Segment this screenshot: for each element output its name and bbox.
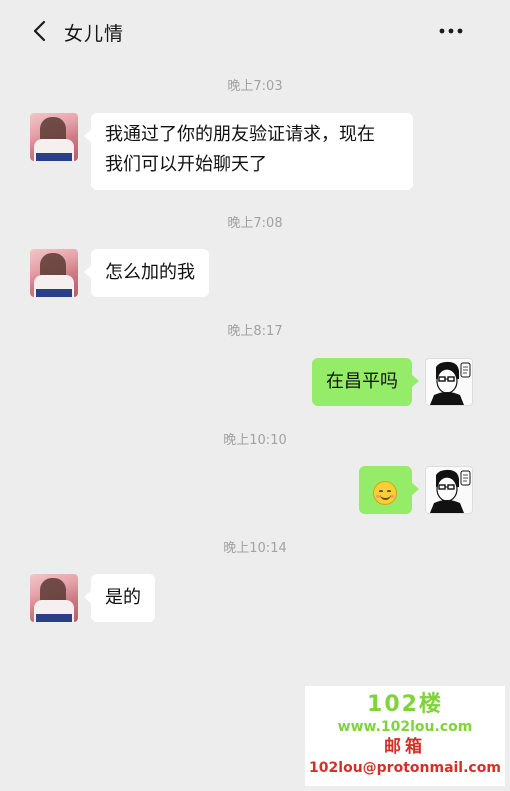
message-bubble-contact[interactable]: 是的 (84, 574, 155, 622)
message-text: 怎么加的我 (105, 262, 195, 283)
message-timestamp: 晚上10:14 (223, 541, 287, 556)
message-bubble-self[interactable]: 在昌平吗 (312, 358, 419, 406)
contact-avatar[interactable] (30, 113, 78, 161)
contact-avatar[interactable] (30, 249, 78, 297)
message-bubble-self[interactable] (359, 466, 419, 514)
self-avatar[interactable] (425, 466, 473, 514)
chat-header: 女儿情 (0, 0, 510, 62)
message-timestamp: 晚上7:03 (227, 79, 283, 94)
message-bubble-contact[interactable]: 我通过了你的朋友验证请求，现在 我们可以开始聊天了 (84, 113, 413, 190)
message-bubble-contact[interactable]: 怎么加的我 (84, 249, 209, 297)
watermark-site: www.102lou.com (337, 719, 473, 735)
more-dots-icon (439, 28, 463, 34)
chat-title: 女儿情 (64, 23, 125, 45)
chevron-left-icon (33, 20, 46, 42)
watermark-email: 102lou@protonmail.com (309, 760, 501, 776)
more-options-button[interactable] (436, 22, 466, 40)
self-avatar[interactable] (425, 358, 473, 406)
message-text-line: 我们可以开始聊天了 (105, 154, 267, 175)
watermark-logo: 102楼 (367, 692, 443, 717)
comic-portrait-icon (426, 359, 472, 405)
message-text: 是的 (105, 587, 141, 608)
site-watermark: 102楼 www.102lou.com 邮箱 102lou@protonmail… (305, 686, 505, 786)
message-timestamp: 晚上8:17 (227, 324, 283, 339)
comic-portrait-icon (426, 467, 472, 513)
message-text-line: 我通过了你的朋友验证请求，现在 (105, 124, 375, 145)
smile-emoji-icon (373, 481, 397, 505)
watermark-mail-label: 邮箱 (384, 737, 426, 757)
message-timestamp: 晚上7:08 (227, 216, 283, 231)
message-text: 在昌平吗 (326, 371, 398, 392)
contact-avatar[interactable] (30, 574, 78, 622)
message-timestamp: 晚上10:10 (223, 433, 287, 448)
back-button[interactable] (26, 18, 52, 44)
